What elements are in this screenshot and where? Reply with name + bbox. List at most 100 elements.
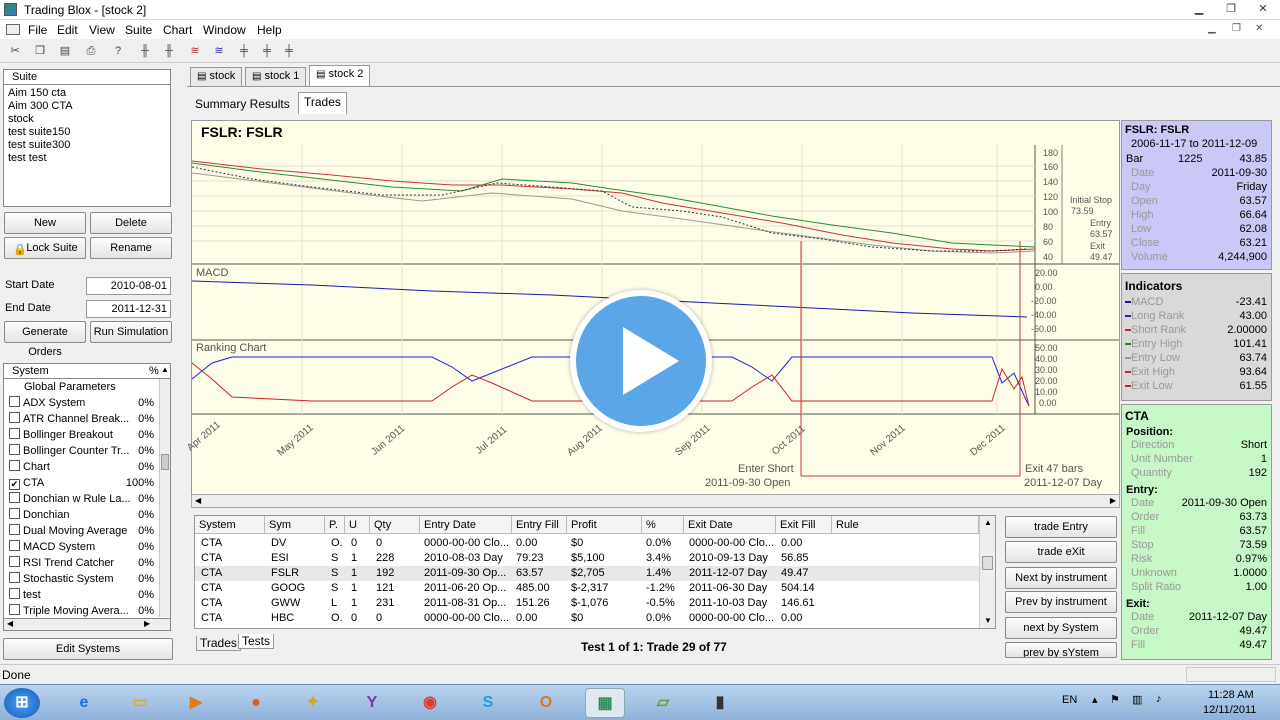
fit-chart-icon[interactable]: ╪ (280, 42, 298, 60)
file-explorer-icon[interactable]: ▭ (120, 688, 160, 718)
system-item[interactable]: Chart 0% (4, 459, 170, 475)
pct-column-header[interactable]: % (149, 365, 159, 377)
checkbox-icon[interactable] (9, 556, 20, 567)
tray-expand-icon[interactable]: ▴ (1092, 693, 1098, 706)
table-row[interactable]: CTA ESI S 1 228 2010-08-03 Day 79.23 $5,100 3.4%… (195, 551, 979, 566)
list-item[interactable]: test suite300 (8, 139, 166, 152)
bottom-tab-trades[interactable]: Trades (196, 636, 241, 651)
tab-summary-results[interactable]: Summary Results (195, 97, 290, 111)
checkbox-icon[interactable] (9, 508, 20, 519)
menu-chart[interactable]: Chart (163, 23, 192, 37)
outlook-icon[interactable]: O (526, 688, 566, 718)
col-p[interactable]: P. (325, 516, 345, 534)
chrome-icon[interactable]: ◉ (410, 688, 450, 718)
checkbox-icon[interactable] (9, 460, 20, 471)
cut-icon[interactable]: ✂ (6, 42, 24, 60)
system-scrollbar[interactable] (159, 379, 170, 617)
menu-view[interactable]: View (89, 23, 115, 37)
volume-icon[interactable]: ♪ (1156, 693, 1162, 705)
rename-button[interactable]: Rename (90, 237, 172, 259)
checkbox-icon[interactable] (9, 572, 20, 583)
col-exit-date[interactable]: Exit Date (684, 516, 776, 534)
system-item[interactable]: Donchian w Rule La... 0% (4, 491, 170, 507)
system-item[interactable]: Triple Moving Avera... 0% (4, 603, 170, 619)
firefox-icon[interactable]: ● (236, 688, 276, 718)
system-item[interactable]: Bollinger Breakout 0% (4, 427, 170, 443)
play-button[interactable] (570, 290, 712, 432)
next-by-instrument-button[interactable]: Next by instrument (1005, 567, 1117, 589)
tool-icon[interactable]: ▮ (700, 688, 740, 718)
system-column-header[interactable]: System (12, 365, 49, 377)
list-item[interactable]: stock (8, 113, 166, 126)
run-simulation-button[interactable]: Run Simulation (90, 321, 172, 343)
prev-by-system-button[interactable]: prev by sYstem (1005, 642, 1117, 658)
system-item[interactable]: Bollinger Counter Tr... 0% (4, 443, 170, 459)
list-item[interactable]: Aim 300 CTA (8, 100, 166, 113)
checkbox-icon[interactable] (9, 444, 20, 455)
line-chart-icon[interactable]: ≋ (186, 42, 204, 60)
edit-systems-button[interactable]: Edit Systems (3, 638, 173, 660)
system-item[interactable]: Stochastic System 0% (4, 571, 170, 587)
bar-chart-icon[interactable]: ╫ (136, 42, 154, 60)
runner-app-icon[interactable]: ✦ (293, 688, 333, 718)
system-item[interactable]: ADX System 0% (4, 395, 170, 411)
scrollbar-thumb[interactable] (982, 556, 993, 570)
notes-icon[interactable]: ▱ (643, 688, 683, 718)
system-item[interactable]: ATR Channel Break... 0% (4, 411, 170, 427)
candle-chart-icon[interactable]: ╫ (160, 42, 178, 60)
system-item[interactable]: Dual Moving Average 0% (4, 523, 170, 539)
chart-scrollbar[interactable]: ◀ ▶ (191, 494, 1120, 508)
scroll-right-icon[interactable]: ▶ (1110, 496, 1116, 505)
col-profit[interactable]: Profit (567, 516, 642, 534)
internet-explorer-icon[interactable]: e (64, 688, 104, 718)
table-row[interactable]: CTA DV O. 0 0 0000-00-00 Clo... 0.00 $0 0.0% 0000… (195, 536, 979, 551)
zoom-in-icon[interactable]: ╪ (235, 42, 253, 60)
table-row[interactable]: CTA FSLR S 1 192 2011-09-30 Op... 63.57 $2,705 1… (195, 566, 979, 581)
checkbox-icon[interactable] (9, 524, 20, 535)
clock-time[interactable]: 11:28 AM (1208, 689, 1254, 701)
scrollbar-thumb[interactable] (161, 454, 169, 470)
next-by-system-button[interactable]: next by System (1005, 617, 1117, 639)
menu-window[interactable]: Window (203, 23, 246, 37)
language-indicator[interactable]: EN (1062, 694, 1077, 706)
print-icon[interactable]: ⎙ (82, 42, 100, 60)
tab-trades[interactable]: Trades (298, 92, 347, 114)
trade-exit-button[interactable]: trade eXit (1005, 541, 1117, 563)
table-row[interactable]: CTA GWW L 1 231 2011-08-31 Op... 151.26 $-1,076… (195, 596, 979, 611)
media-player-icon[interactable]: ▶ (176, 688, 216, 718)
restore-icon[interactable]: ❐ (1218, 2, 1244, 17)
table-row[interactable]: CTA HBC O. 0 0 0000-00-00 Clo... 0.00 $0 0.0% 000… (195, 611, 979, 626)
global-parameters-item[interactable]: Global Parameters (4, 379, 170, 395)
checkbox-icon[interactable] (9, 588, 20, 599)
scroll-left-icon[interactable]: ◀ (7, 619, 13, 628)
help-icon[interactable]: ? (109, 42, 127, 60)
tray-flag-icon[interactable]: ⚑ (1110, 693, 1120, 706)
col-rule[interactable]: Rule (832, 516, 979, 534)
checkbox-icon[interactable] (9, 412, 20, 423)
col-exit-fill[interactable]: Exit Fill (776, 516, 832, 534)
copy-icon[interactable]: ❐ (31, 42, 49, 60)
new-button[interactable]: New (4, 212, 86, 234)
minimize-icon[interactable]: ▁ (1186, 2, 1212, 17)
network-icon[interactable]: ▥ (1132, 693, 1142, 706)
zoom-out-icon[interactable]: ╪ (258, 42, 276, 60)
bottom-tab-tests[interactable]: Tests (238, 634, 275, 649)
yahoo-messenger-icon[interactable]: Y (352, 688, 392, 718)
list-item[interactable]: Aim 150 cta (8, 87, 166, 100)
col-entry-date[interactable]: Entry Date (420, 516, 512, 534)
tab-stock[interactable]: ▤ stock (190, 67, 243, 86)
clock-date[interactable]: 12/11/2011 (1203, 704, 1256, 716)
scroll-right-icon[interactable]: ▶ (144, 619, 150, 628)
col-u[interactable]: U (345, 516, 370, 534)
delete-button[interactable]: Delete (90, 212, 172, 234)
system-item[interactable]: ✔ CTA 100% (4, 475, 170, 491)
list-item[interactable]: test test (8, 152, 166, 165)
scroll-left-icon[interactable]: ◀ (195, 496, 201, 505)
system-item[interactable]: test 0% (4, 587, 170, 603)
checkbox-icon[interactable] (9, 396, 20, 407)
skype-icon[interactable]: S (468, 688, 508, 718)
mdi-restore-icon[interactable]: ❐ (1232, 23, 1241, 34)
col-qty[interactable]: Qty (370, 516, 420, 534)
menu-suite[interactable]: Suite (125, 23, 152, 37)
checkbox-icon[interactable] (9, 428, 20, 439)
